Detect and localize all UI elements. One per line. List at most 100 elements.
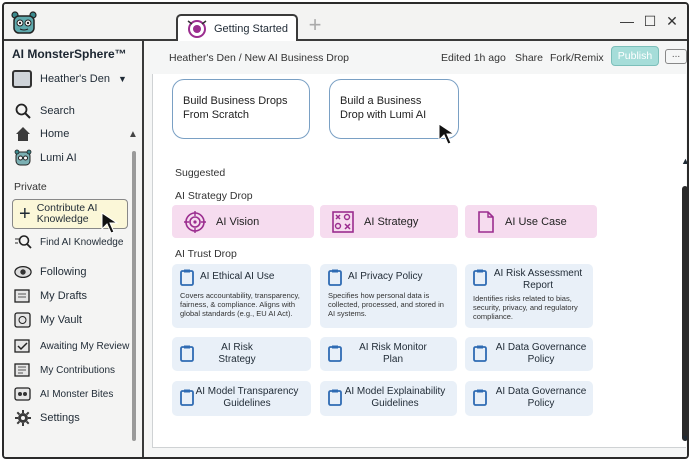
- clipboard-icon: [180, 345, 194, 362]
- sidebar-item-home[interactable]: Home: [14, 125, 69, 143]
- card-title: AI Risk Monitor Plan: [359, 342, 427, 365]
- trust-section-label: AI Trust Drop: [175, 248, 237, 260]
- clipboard-icon: [473, 269, 487, 286]
- clipboard-icon: [180, 269, 194, 286]
- private-section-label: Private: [14, 181, 47, 193]
- card-title: AI Risk Strategy: [218, 342, 256, 365]
- chevron-down-icon: ▼: [117, 74, 127, 84]
- strategy-section-label: AI Strategy Drop: [175, 190, 253, 202]
- clipboard-icon: [328, 345, 342, 362]
- trust-card[interactable]: AI Risk Strategy: [172, 337, 311, 371]
- strategy-card-ai-use-case[interactable]: AI Use Case: [465, 205, 597, 238]
- sidebar: AI MonsterSphere™ Heather's Den ▼ Search…: [4, 41, 144, 457]
- sidebar-item-label: AI Monster Bites: [40, 388, 114, 400]
- main-scroll-up[interactable]: ▲: [681, 156, 687, 166]
- workspace-avatar: [12, 70, 32, 88]
- main-scroll-down[interactable]: ▼: [681, 433, 687, 443]
- trust-card[interactable]: AI Risk Monitor Plan: [320, 337, 457, 371]
- search-knowledge-icon: [14, 233, 32, 251]
- plus-icon: +: [19, 203, 31, 225]
- card-description: Covers accountability, transparency, fai…: [180, 291, 300, 318]
- main-scrollbar[interactable]: [682, 186, 687, 441]
- monster-bites-icon: [14, 385, 32, 403]
- sidebar-item-drafts[interactable]: My Drafts: [14, 287, 87, 305]
- sidebar-item-label: My Vault: [40, 314, 82, 326]
- share-button[interactable]: Share: [515, 52, 543, 64]
- eye-icon: [14, 263, 32, 281]
- title-bar: Getting Started + — ☐ ✕: [4, 4, 687, 42]
- trust-card[interactable]: AI Model Explainability Guidelines: [320, 381, 457, 416]
- edited-status: Edited 1h ago: [441, 52, 506, 64]
- sidebar-item-settings[interactable]: Settings: [14, 409, 80, 427]
- sidebar-item-label: My Contributions: [40, 364, 116, 376]
- card-title: AI Risk Assessment Report: [493, 268, 583, 291]
- card-label: Build Business Drops From Scratch: [183, 95, 288, 121]
- sidebar-item-vault[interactable]: My Vault: [14, 311, 82, 329]
- sidebar-item-contributions[interactable]: My Contributions: [14, 361, 115, 379]
- clipboard-icon: [473, 389, 487, 406]
- card-label: Build a Business Drop with Lumi AI: [340, 95, 427, 121]
- strategy-card-ai-vision[interactable]: AI Vision: [172, 205, 314, 238]
- trust-card[interactable]: AI Model Transparency Guidelines: [172, 381, 311, 416]
- card-title: AI Model Explainability Guidelines: [344, 386, 446, 409]
- lumi-tab-icon: [187, 20, 207, 38]
- sidebar-item-label: Lumi AI: [40, 152, 77, 164]
- sidebar-item-find-knowledge[interactable]: Find AI Knowledge: [14, 233, 123, 251]
- clipboard-icon: [473, 345, 487, 362]
- card-title: AI Data Governance Policy: [495, 342, 587, 365]
- card-label: AI Use Case: [505, 215, 567, 228]
- sidebar-item-label: Search: [40, 105, 75, 117]
- close-button[interactable]: ✕: [663, 12, 681, 30]
- cursor-icon: [101, 212, 119, 234]
- card-label: AI Strategy: [364, 215, 419, 228]
- target-icon: [184, 210, 206, 233]
- build-from-scratch-card[interactable]: Build Business Drops From Scratch: [172, 79, 310, 139]
- sidebar-item-monster-bites[interactable]: AI Monster Bites: [14, 385, 113, 403]
- card-description: Specifies how personal data is collected…: [328, 291, 444, 318]
- review-icon: [14, 337, 32, 355]
- sidebar-scrollbar[interactable]: [132, 151, 136, 441]
- clipboard-icon: [328, 269, 342, 286]
- trust-card[interactable]: AI Ethical AI Use Covers accountability,…: [172, 264, 311, 328]
- trust-card[interactable]: AI Data Governance Policy: [465, 337, 593, 371]
- trust-card[interactable]: AI Risk Assessment Report Identifies ris…: [465, 264, 593, 328]
- strategy-icon: [332, 210, 354, 233]
- sidebar-scroll-up[interactable]: ▲: [128, 129, 138, 140]
- fork-remix-button[interactable]: Fork/Remix: [550, 52, 604, 64]
- sidebar-item-label: Find AI Knowledge: [40, 236, 124, 248]
- more-options-button[interactable]: ...: [665, 49, 687, 64]
- maximize-button[interactable]: ☐: [641, 12, 659, 30]
- sidebar-item-label: Following: [40, 266, 87, 278]
- brand-name: AI MonsterSphere™: [12, 47, 127, 61]
- workspace-name: Heather's Den: [40, 73, 110, 85]
- main-panel: Heather's Den / New AI Business Drop Edi…: [148, 41, 687, 457]
- app-window: Getting Started + — ☐ ✕ AI MonsterSphere…: [2, 2, 689, 459]
- strategy-card-ai-strategy[interactable]: AI Strategy: [320, 205, 458, 238]
- suggested-heading: Suggested: [175, 167, 226, 179]
- card-title: AI Model Transparency Guidelines: [195, 386, 299, 409]
- content-area: Build Business Drops From Scratch Build …: [152, 74, 686, 448]
- card-title: AI Data Governance Policy: [495, 386, 587, 409]
- workspace-selector[interactable]: Heather's Den ▼: [12, 70, 127, 88]
- contributions-icon: [14, 361, 32, 379]
- trust-card[interactable]: AI Privacy Policy Specifies how personal…: [320, 264, 457, 328]
- home-icon: [14, 125, 32, 143]
- minimize-button[interactable]: —: [618, 12, 636, 30]
- breadcrumb[interactable]: Heather's Den / New AI Business Drop: [169, 52, 349, 64]
- sidebar-item-search[interactable]: Search: [14, 102, 75, 120]
- tab-getting-started[interactable]: Getting Started: [176, 14, 298, 42]
- sidebar-item-following[interactable]: Following: [14, 263, 86, 281]
- cursor-icon: [438, 123, 456, 145]
- trust-card[interactable]: AI Data Governance Policy: [465, 381, 593, 416]
- monster-logo-icon[interactable]: [10, 11, 38, 35]
- card-description: Identifies risks related to bias, securi…: [473, 294, 578, 321]
- sidebar-item-awaiting-review[interactable]: Awaiting My Review: [14, 337, 129, 355]
- sidebar-item-label: Settings: [40, 412, 80, 424]
- new-tab-button[interactable]: +: [304, 14, 326, 37]
- sidebar-item-lumi-ai[interactable]: Lumi AI: [14, 149, 77, 167]
- vault-icon: [14, 311, 32, 329]
- search-icon: [14, 102, 32, 120]
- sidebar-item-label: Awaiting My Review: [40, 340, 130, 352]
- card-title: AI Ethical AI Use: [200, 271, 275, 282]
- publish-button[interactable]: Publish: [611, 46, 659, 66]
